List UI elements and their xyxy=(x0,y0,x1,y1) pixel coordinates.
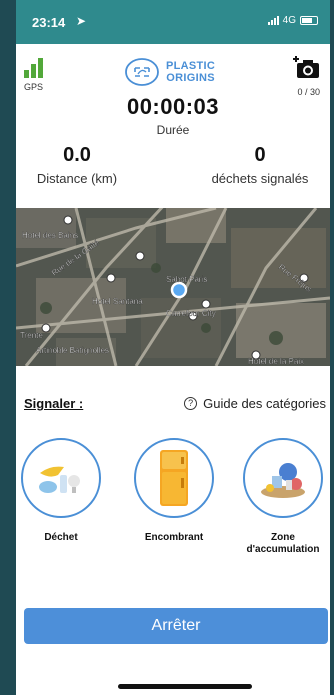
session-timer: 00:00:03 xyxy=(126,94,220,119)
category-guide-label: Guide des catégories xyxy=(203,396,326,411)
map-label-9: Hotel de la Paix xyxy=(248,357,304,366)
app-logo: PLASTIC ORIGINS xyxy=(124,54,234,90)
bulky-circle[interactable] xyxy=(134,438,214,518)
accumulation-label-line-2: d'accumulation xyxy=(246,544,320,555)
gps-label: GPS xyxy=(24,82,44,92)
timer-label: Durée xyxy=(156,123,190,137)
accumulation-circle[interactable] xyxy=(243,438,323,518)
gps-indicator: GPS xyxy=(24,56,64,96)
category-waste-button[interactable]: Déchet xyxy=(16,438,106,544)
app-screen: 23:14 ➤ 4G GPS PLASTIC ORIGINS 0 / 30 00… xyxy=(16,0,330,695)
help-icon: ? xyxy=(184,397,198,410)
waste-circle[interactable] xyxy=(21,438,101,518)
accumulation-pile-icon xyxy=(261,463,305,498)
home-indicator[interactable] xyxy=(118,684,252,689)
status-time: 23:14 xyxy=(32,15,66,30)
satellite-map[interactable]: Hotel des Bains Rue de la Gaîté Hotel Sa… xyxy=(16,208,330,366)
logo-line-2: ORIGINS xyxy=(166,72,215,84)
map-label-4: Sabot Paris xyxy=(166,275,207,284)
gps-signal-icon xyxy=(24,56,64,78)
category-guide-link[interactable]: ? Guide des catégories xyxy=(184,396,326,411)
waste-value: 0 xyxy=(254,144,266,166)
battery-icon xyxy=(300,16,318,25)
cellular-signal-icon xyxy=(267,16,279,25)
status-indicators: 4G xyxy=(267,15,318,26)
distance-value: 0.0 xyxy=(63,144,91,166)
report-label: Signaler : xyxy=(24,396,84,411)
waste-label: déchets signalés xyxy=(211,171,309,186)
stop-button[interactable]: Arrêter xyxy=(24,608,328,644)
waste-stat: 0 déchets signalés xyxy=(190,144,330,186)
map-label-3: Hotel Santana xyxy=(92,297,143,306)
current-location-icon xyxy=(170,281,188,299)
distance-stat: 0.0 Distance (km) xyxy=(22,144,132,186)
network-type: 4G xyxy=(282,15,296,26)
category-bulky-button[interactable]: Encombrant xyxy=(129,438,219,544)
category-accumulation-button[interactable]: Zone d'accumulation xyxy=(238,438,328,556)
map-label-7: Artinoble Batignolles xyxy=(36,346,109,355)
refrigerator-icon xyxy=(160,450,188,506)
map-label-1: Hotel des Bains xyxy=(22,231,78,240)
device-frame-right xyxy=(330,0,334,695)
status-bar: 23:14 ➤ 4G xyxy=(16,0,330,44)
map-view: Hotel des Bains Rue de la Gaîté Hotel Sa… xyxy=(16,208,330,366)
accumulation-label: Zone d'accumulation xyxy=(238,532,328,556)
waste-items-icon xyxy=(39,466,80,493)
map-label-5: Carrefour City xyxy=(166,309,216,318)
add-photo-camera-icon xyxy=(293,56,319,78)
report-header: Signaler : ? Guide des catégories xyxy=(24,396,326,411)
logo-line-1: PLASTIC xyxy=(166,60,216,72)
device-frame-left xyxy=(0,0,16,695)
distance-label: Distance (km) xyxy=(36,171,118,186)
map-label-6: Trente xyxy=(20,331,43,340)
camera-button[interactable]: 0 / 30 xyxy=(286,54,320,97)
waste-label: Déchet xyxy=(44,532,78,543)
accumulation-label-line-1: Zone xyxy=(271,532,295,543)
bulky-label: Encombrant xyxy=(144,532,204,543)
plastic-origins-logo-icon xyxy=(125,58,159,86)
location-arrow-icon: ➤ xyxy=(76,14,87,28)
